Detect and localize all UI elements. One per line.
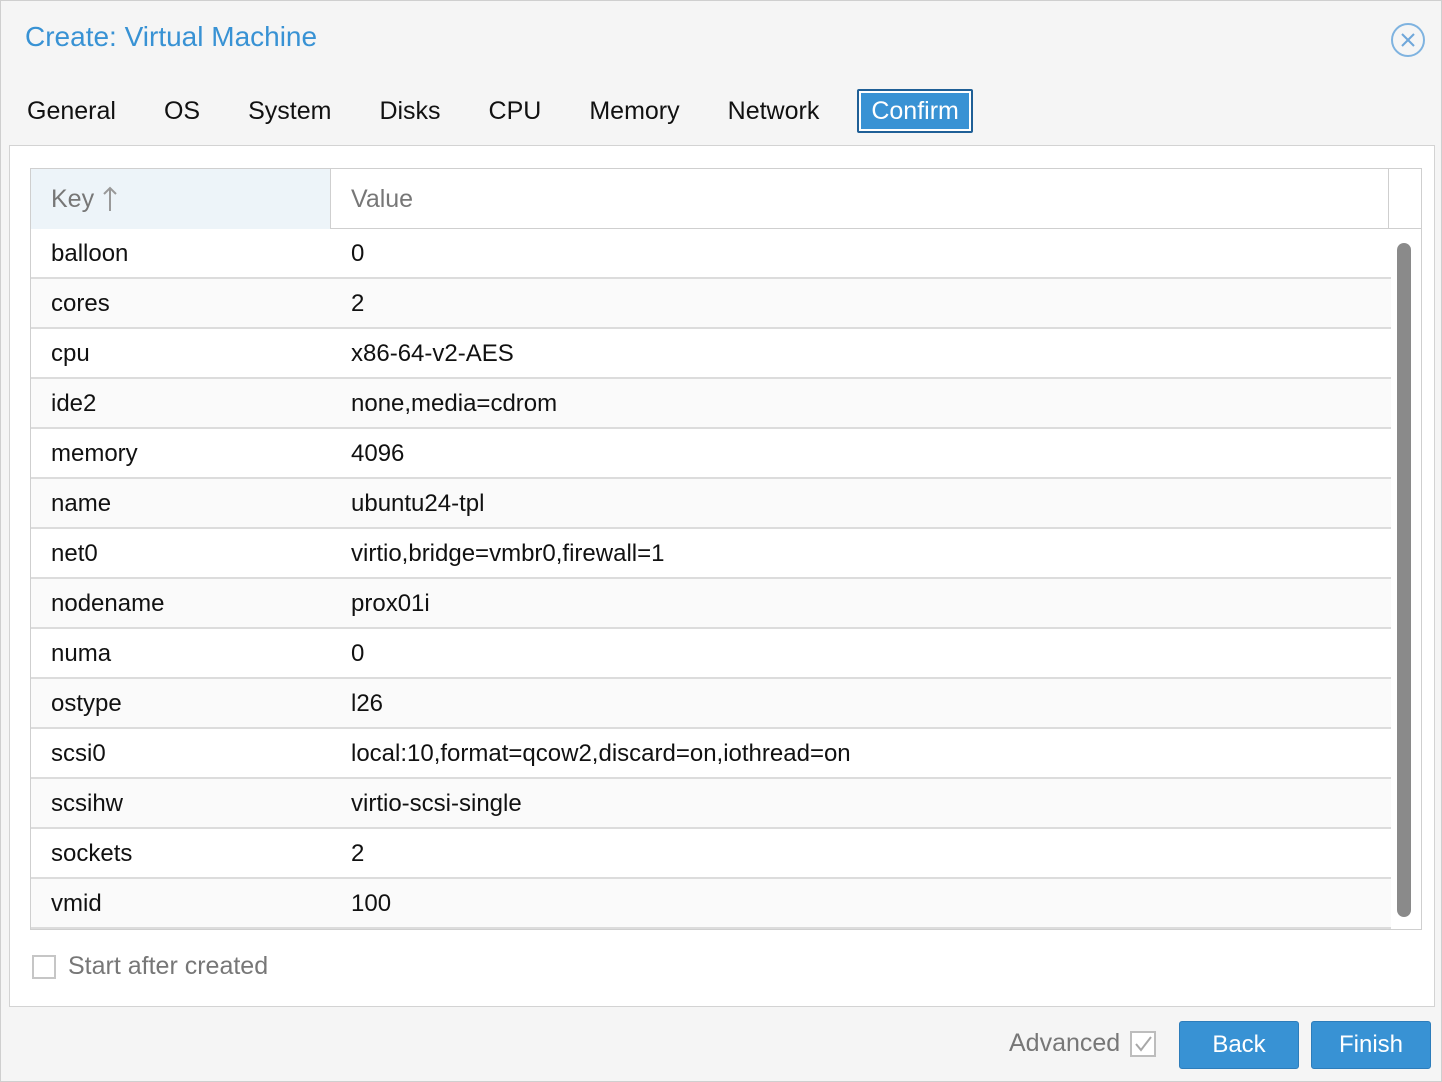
row-key: balloon — [51, 240, 129, 267]
key-column-label: Key — [51, 184, 95, 213]
sort-ascending-icon — [102, 185, 118, 213]
table-row[interactable]: vmid 100 — [31, 879, 1391, 929]
tab-memory[interactable]: Memory — [579, 89, 689, 133]
row-value: virtio,bridge=vmbr0,firewall=1 — [351, 540, 665, 567]
row-value: 2 — [351, 290, 365, 317]
row-key: cores — [51, 290, 110, 317]
grid-scrollbar[interactable] — [1397, 243, 1411, 917]
table-row[interactable]: scsi0 local:10,format=qcow2,discard=on,io… — [31, 729, 1391, 779]
summary-grid: Key Value balloon0 cores2 cpux86-64-v — [30, 168, 1422, 930]
table-row[interactable]: cores 2 — [31, 279, 1391, 329]
table-row[interactable]: balloon 0 — [31, 229, 1391, 279]
table-row[interactable]: cpu x86-64-v2-AES — [31, 329, 1391, 379]
tab-confirm[interactable]: Confirm — [857, 89, 973, 133]
grid-header: Key Value — [31, 169, 1421, 229]
confirm-panel: Key Value balloon0 cores2 cpux86-64-v — [9, 145, 1435, 1007]
value-column-label: Value — [351, 184, 414, 213]
finish-button[interactable]: Finish — [1311, 1021, 1431, 1069]
table-row[interactable]: nodename prox01i — [31, 579, 1391, 629]
dialog-header: Create: Virtual Machine — [1, 1, 1442, 79]
row-value: 2 — [351, 840, 365, 867]
row-key: ostype — [51, 690, 122, 717]
row-value: 100 — [351, 890, 392, 917]
close-button[interactable] — [1391, 23, 1425, 57]
table-row[interactable]: numa 0 — [31, 629, 1391, 679]
row-value: 4096 — [351, 440, 405, 467]
row-value: local:10,format=qcow2,discard=on,iothrea… — [351, 740, 851, 767]
row-key: nodename — [51, 590, 165, 617]
row-key: sockets — [51, 840, 133, 867]
dialog-footer: Advanced Back Finish — [1, 1007, 1442, 1082]
table-row[interactable]: ostype l26 — [31, 679, 1391, 729]
advanced-label: Advanced — [1009, 1029, 1121, 1057]
start-after-created-option[interactable]: Start after created — [32, 952, 268, 981]
start-after-created-label: Start after created — [68, 952, 269, 980]
advanced-option[interactable]: Advanced — [1009, 1029, 1157, 1058]
row-value: x86-64-v2-AES — [351, 340, 514, 367]
row-value: none,media=cdrom — [351, 390, 558, 417]
row-value: 0 — [351, 640, 365, 667]
value-column-header[interactable]: Value — [331, 169, 1389, 229]
row-key: cpu — [51, 340, 90, 367]
tab-cpu[interactable]: CPU — [479, 89, 552, 133]
tab-general[interactable]: General — [17, 89, 126, 133]
table-row[interactable]: scsihw virtio-scsi-single — [31, 779, 1391, 829]
row-value: virtio-scsi-single — [351, 790, 522, 817]
row-key: numa — [51, 640, 112, 667]
table-row[interactable]: memory 4096 — [31, 429, 1391, 479]
header-filler — [1389, 169, 1421, 229]
tab-disks[interactable]: Disks — [369, 89, 450, 133]
row-value: l26 — [351, 690, 384, 717]
back-button[interactable]: Back — [1179, 1021, 1299, 1069]
tab-os[interactable]: OS — [154, 89, 210, 133]
checkmark-icon — [1135, 1035, 1152, 1052]
row-value: ubuntu24-tpl — [351, 490, 485, 517]
row-key: ide2 — [51, 390, 97, 417]
row-value: prox01i — [351, 590, 430, 617]
grid-body: balloon 0 cores 2 cpu x86-64-v2-AES ide2 non… — [31, 229, 1391, 929]
create-vm-dialog: Create: Virtual Machine General OS Syste… — [0, 0, 1442, 1082]
start-after-created-checkbox[interactable] — [32, 954, 56, 979]
row-key: scsi0 — [51, 740, 106, 767]
advanced-checkbox[interactable] — [1130, 1030, 1157, 1057]
table-row[interactable]: name ubuntu24-tpl — [31, 479, 1391, 529]
row-key: name — [51, 490, 112, 517]
table-row[interactable]: net0 virtio,bridge=vmbr0,firewall=1 — [31, 529, 1391, 579]
table-row[interactable]: sockets 2 — [31, 829, 1391, 879]
row-key: scsihw — [51, 790, 124, 817]
table-row[interactable]: ide2 none,media=cdrom — [31, 379, 1391, 429]
close-icon — [1401, 33, 1415, 47]
row-value: 0 — [351, 240, 365, 267]
row-key: vmid — [51, 890, 102, 917]
key-column-header[interactable]: Key — [31, 169, 331, 229]
tab-network[interactable]: Network — [718, 89, 830, 133]
row-key: memory — [51, 440, 138, 467]
row-key: net0 — [51, 540, 98, 567]
tab-system[interactable]: System — [238, 89, 341, 133]
wizard-tabs: General OS System Disks CPU Memory Netwo… — [17, 87, 1117, 135]
dialog-title: Create: Virtual Machine — [25, 21, 318, 52]
